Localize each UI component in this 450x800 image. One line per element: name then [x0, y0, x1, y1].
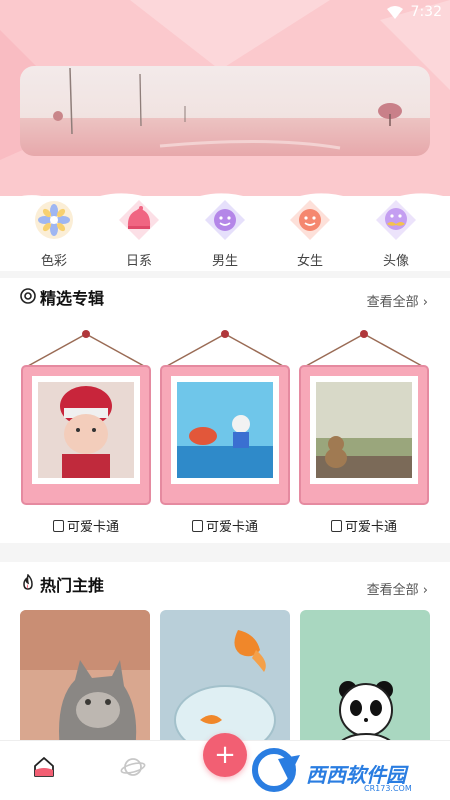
girl-face-icon	[290, 200, 330, 240]
section-title: 热门主推	[40, 576, 105, 595]
mustache-face-icon	[376, 200, 416, 240]
album-card[interactable]	[298, 326, 430, 506]
status-bar: 7:32	[0, 0, 450, 26]
album-name: 可爱卡通	[159, 516, 291, 535]
goldfish-photo	[160, 610, 290, 750]
hot-card[interactable]	[300, 610, 430, 750]
watermark-icon	[252, 748, 300, 792]
planet-icon[interactable]	[120, 755, 146, 779]
banner-image[interactable]	[20, 66, 430, 156]
add-button[interactable]: +	[203, 733, 247, 777]
hat-icon	[119, 200, 159, 240]
category-label: 女生	[296, 254, 323, 269]
hot-card[interactable]	[160, 610, 290, 750]
album-card[interactable]	[159, 326, 291, 506]
flower-icon	[35, 201, 73, 239]
category-color[interactable]: 色彩	[24, 200, 84, 269]
status-time: 7:32	[410, 4, 442, 20]
album-frame	[160, 330, 290, 505]
category-label: 日系	[125, 254, 152, 269]
category-label: 色彩	[40, 254, 67, 269]
album-name: 可爱卡通	[20, 516, 152, 535]
watermark-logo: 西西软件园 CR173.COM	[248, 745, 448, 795]
home-icon[interactable]	[32, 755, 56, 779]
album-frame	[21, 330, 151, 505]
flame-icon	[23, 574, 33, 590]
category-girl[interactable]: 女生	[280, 200, 340, 269]
category-label: 男生	[211, 254, 238, 269]
album-tag-icon	[52, 520, 64, 532]
view-all-link[interactable]: 查看全部 ›	[367, 291, 428, 310]
category-avatar[interactable]: 头像	[366, 200, 426, 269]
category-boy[interactable]: 男生	[195, 200, 255, 269]
album-frame	[299, 330, 429, 505]
album-name-text: 可爱卡通	[205, 520, 258, 535]
watermark-subtext: CR173.COM	[364, 784, 412, 793]
hot-card[interactable]	[20, 610, 150, 750]
plus-icon: +	[214, 740, 236, 770]
album-name: 可爱卡通	[298, 516, 430, 535]
album-card[interactable]	[20, 326, 152, 506]
album-tag-icon	[330, 520, 342, 532]
album-icon	[20, 288, 36, 304]
boy-face-icon	[205, 200, 245, 240]
album-name-text: 可爱卡通	[66, 520, 119, 535]
section-title: 精选专辑	[40, 289, 105, 308]
category-label: 头像	[382, 254, 409, 269]
album-name-text: 可爱卡通	[344, 520, 397, 535]
view-all-link[interactable]: 查看全部 ›	[367, 579, 428, 598]
cat-photo	[20, 610, 150, 750]
featured-albums-section: 精选专辑 查看全部 › 可爱卡通 可爱卡通 可爱卡通	[0, 278, 450, 543]
panda-cartoon	[300, 610, 430, 750]
category-row: 色彩 日系 男生 女生 头像	[0, 196, 450, 271]
wifi-icon	[387, 6, 403, 19]
hot-picks-section: 热门主推 查看全部 ›	[0, 562, 450, 750]
category-japanese[interactable]: 日系	[109, 200, 169, 269]
album-tag-icon	[191, 520, 203, 532]
